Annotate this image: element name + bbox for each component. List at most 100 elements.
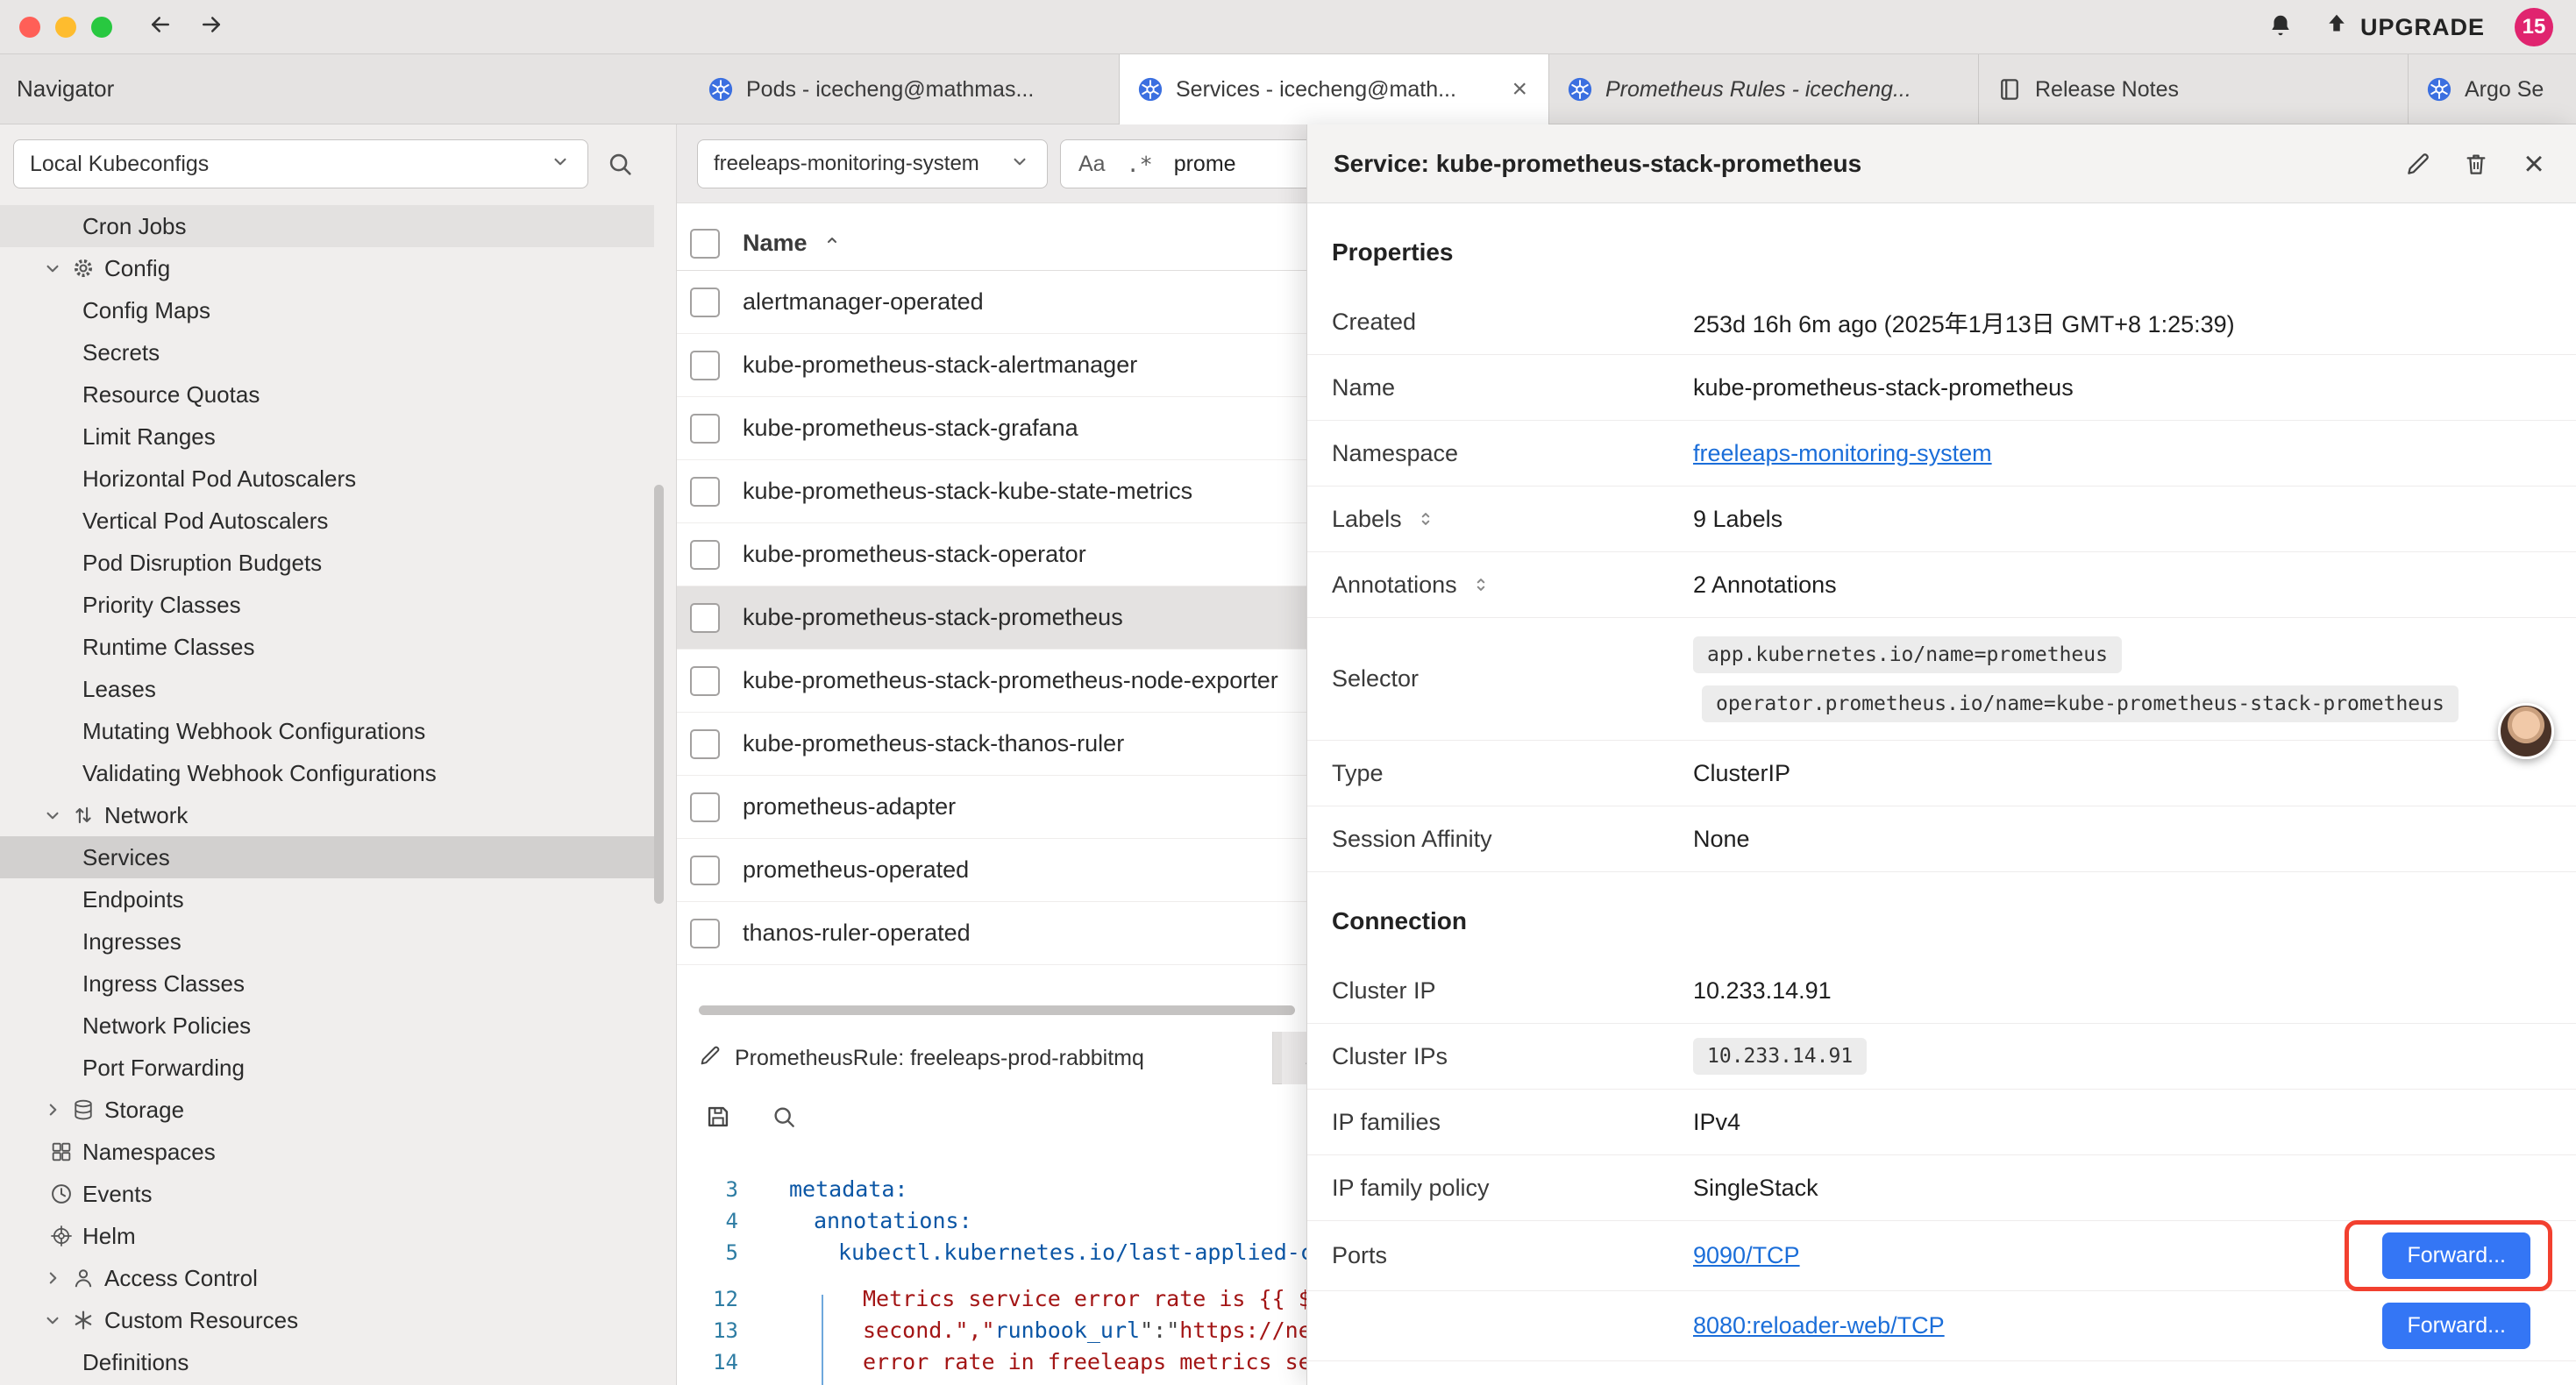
detail-label: Ports [1332, 1242, 1693, 1269]
sidebar-item-horizontal-pod-autoscalers[interactable]: Horizontal Pod Autoscalers [0, 458, 677, 500]
detail-row-labels: Labels9 Labels [1307, 487, 2576, 552]
value-badge: app.kubernetes.io/name=prometheus [1693, 636, 2122, 673]
forward-button[interactable]: Forward... [2382, 1303, 2530, 1349]
zoom-window-button[interactable] [91, 17, 112, 38]
sidebar-item-custom-resources[interactable]: Custom Resources [0, 1299, 677, 1341]
tab-release-notes[interactable]: Release Notes [1979, 54, 2409, 124]
tab-pods-icecheng-mathmas[interactable]: Pods - icecheng@mathmas... [690, 54, 1120, 124]
sidebar-item-network-policies[interactable]: Network Policies [0, 1005, 677, 1047]
sidebar-item-definitions[interactable]: Definitions [0, 1341, 677, 1383]
sidebar-item-ingresses[interactable]: Ingresses [0, 920, 677, 962]
row-checkbox[interactable] [690, 477, 720, 507]
line-number: 3 [677, 1174, 738, 1205]
row-checkbox[interactable] [690, 856, 720, 885]
detail-label: Name [1332, 374, 1693, 401]
close-icon[interactable]: × [2518, 148, 2550, 180]
service-details-drawer: Service: kube-prometheus-stack-prometheu… [1306, 124, 2576, 1385]
tab-argo-se[interactable]: Argo Se [2409, 54, 2576, 124]
horizontal-scrollbar[interactable] [699, 1005, 1295, 1015]
sidebar-item-secrets[interactable]: Secrets [0, 331, 677, 373]
detail-label: Cluster IPs [1332, 1043, 1693, 1070]
sidebar-item-config-maps[interactable]: Config Maps [0, 289, 677, 331]
row-checkbox[interactable] [690, 919, 720, 948]
namespace-link[interactable]: freeleaps-monitoring-system [1693, 440, 1992, 467]
detail-value: None [1693, 826, 1750, 853]
chevron-down-icon [41, 257, 64, 280]
expand-collapse-icon[interactable] [1469, 573, 1492, 596]
sidebar-item-network[interactable]: Network [0, 794, 677, 836]
row-checkbox[interactable] [690, 540, 720, 570]
chevron-right-icon [41, 1098, 64, 1121]
name-column-header[interactable]: Name [743, 230, 808, 257]
back-icon[interactable] [147, 11, 174, 42]
detail-value: ClusterIP [1693, 760, 1790, 787]
sidebar-item-pod-disruption-budgets[interactable]: Pod Disruption Budgets [0, 542, 677, 584]
row-checkbox[interactable] [690, 288, 720, 317]
edit-icon[interactable] [2402, 148, 2434, 180]
regex-toggle[interactable]: .* [1127, 152, 1153, 177]
sidebar-item-validating-webhook-configurations[interactable]: Validating Webhook Configurations [0, 752, 677, 794]
sidebar-item-label: Helm [82, 1223, 136, 1250]
sidebar-item-label: Ingress Classes [82, 970, 245, 998]
kubeconfig-selector[interactable]: Local Kubeconfigs [13, 139, 588, 188]
sidebar-item-leases[interactable]: Leases [0, 668, 677, 710]
select-all-checkbox[interactable] [690, 229, 720, 259]
sidebar-item-resource-quotas[interactable]: Resource Quotas [0, 373, 677, 416]
row-checkbox[interactable] [690, 414, 720, 444]
forward-icon[interactable] [198, 11, 224, 42]
sidebar-item-cron-jobs[interactable]: Cron Jobs [0, 205, 654, 247]
minimize-window-button[interactable] [55, 17, 76, 38]
search-icon[interactable] [605, 149, 637, 181]
bell-icon [2267, 12, 2294, 39]
avatar[interactable] [2498, 703, 2554, 759]
chevron-down-icon [1008, 150, 1031, 173]
sidebar-item-mutating-webhook-configurations[interactable]: Mutating Webhook Configurations [0, 710, 677, 752]
sidebar-item-endpoints[interactable]: Endpoints [0, 878, 677, 920]
detail-value: kube-prometheus-stack-prometheus [1693, 374, 2074, 401]
sidebar-item-label: Access Control [104, 1265, 258, 1292]
match-case-toggle[interactable]: Aa [1078, 152, 1106, 177]
sidebar-item-config[interactable]: Config [0, 247, 677, 289]
sidebar-item-services[interactable]: Services [0, 836, 654, 878]
sidebar-item-access-control[interactable]: Access Control [0, 1257, 677, 1299]
bell-icon[interactable] [2267, 12, 2294, 43]
book-icon [1996, 76, 2023, 103]
sidebar-item-vertical-pod-autoscalers[interactable]: Vertical Pod Autoscalers [0, 500, 677, 542]
sidebar-item-limit-ranges[interactable]: Limit Ranges [0, 416, 677, 458]
forward-button[interactable]: Forward... [2382, 1232, 2530, 1279]
expand-collapse-icon[interactable] [1414, 508, 1437, 530]
sidebar-scrollbar[interactable] [654, 485, 664, 904]
tab-services-icecheng-math[interactable]: Services - icecheng@math...× [1120, 54, 1549, 124]
sidebar-item-label: Network [104, 802, 188, 829]
sidebar-item-priority-classes[interactable]: Priority Classes [0, 584, 677, 626]
upgrade-button[interactable]: UPGRADE [2323, 11, 2485, 44]
sidebar-item-namespaces[interactable]: Namespaces [0, 1131, 677, 1173]
port-link[interactable]: 8080:reloader-web/TCP [1693, 1312, 1945, 1339]
sidebar-item-port-forwarding[interactable]: Port Forwarding [0, 1047, 677, 1089]
detail-row-namespace: Namespacefreeleaps-monitoring-system [1307, 421, 2576, 487]
pencil-icon [698, 1043, 722, 1074]
row-checkbox[interactable] [690, 603, 720, 633]
sidebar-item-storage[interactable]: Storage [0, 1089, 677, 1131]
sidebar-item-helm[interactable]: Helm [0, 1215, 677, 1257]
close-window-button[interactable] [19, 17, 40, 38]
sidebar-item-label: Runtime Classes [82, 634, 255, 661]
sidebar-item-runtime-classes[interactable]: Runtime Classes [0, 626, 677, 668]
row-checkbox[interactable] [690, 792, 720, 822]
namespace-filter[interactable]: freeleaps-monitoring-system [697, 139, 1048, 188]
save-icon[interactable] [703, 1102, 733, 1136]
sidebar-item-ingress-classes[interactable]: Ingress Classes [0, 962, 677, 1005]
row-checkbox[interactable] [690, 351, 720, 380]
search-icon[interactable] [770, 1103, 798, 1135]
row-checkbox[interactable] [690, 729, 720, 759]
namespaces-icon [49, 1140, 74, 1164]
close-icon[interactable]: × [1508, 75, 1531, 104]
port-link[interactable]: 9090/TCP [1693, 1242, 1800, 1269]
tab-prometheus-rules-icecheng[interactable]: Prometheus Rules - icecheng... [1549, 54, 1979, 124]
delete-icon[interactable] [2460, 148, 2492, 180]
tab-label: Argo Se [2465, 77, 2576, 103]
row-checkbox[interactable] [690, 666, 720, 696]
notification-badge[interactable]: 15 [2515, 8, 2553, 46]
editor-tab-prometheusrule[interactable]: PrometheusRule: freeleaps-prod-rabbitmq [677, 1032, 1273, 1084]
sidebar-item-events[interactable]: Events [0, 1173, 677, 1215]
